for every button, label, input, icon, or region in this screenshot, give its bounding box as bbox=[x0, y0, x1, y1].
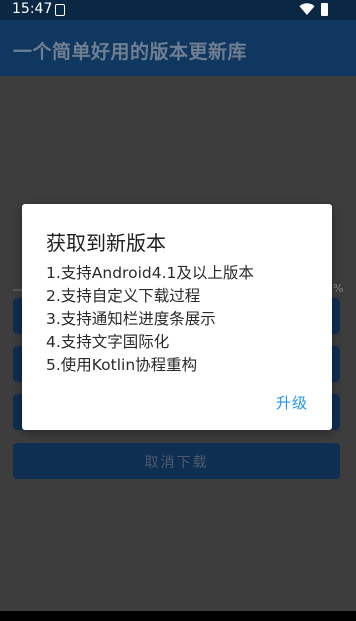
status-time: 15:47 bbox=[12, 1, 53, 17]
update-dialog: 获取到新版本 1.支持Android4.1及以上版本 2.支持自定义下载过程 3… bbox=[22, 204, 332, 430]
cancel-download-button: 取消下载 bbox=[13, 443, 340, 479]
release-note-line: 2.支持自定义下载过程 bbox=[46, 287, 201, 305]
release-note-line: 4.支持文字国际化 bbox=[46, 333, 170, 351]
upgrade-button[interactable]: 升级 bbox=[276, 392, 308, 413]
wifi-icon bbox=[299, 3, 315, 16]
app-title: 一个简单好用的版本更新库 bbox=[13, 41, 248, 63]
app-toolbar: 一个简单好用的版本更新库 bbox=[0, 20, 356, 76]
dialog-title: 获取到新版本 bbox=[46, 231, 166, 255]
battery-icon bbox=[321, 3, 328, 16]
progress-percent: % bbox=[333, 282, 344, 295]
release-note-line: 3.支持通知栏进度条展示 bbox=[46, 310, 216, 328]
release-note-line: 5.使用Kotlin协程重构 bbox=[46, 356, 198, 374]
navigation-bar bbox=[0, 611, 356, 621]
release-notes: 1.支持Android4.1及以上版本 2.支持自定义下载过程 3.支持通知栏进… bbox=[46, 262, 254, 377]
release-note-line: 1.支持Android4.1及以上版本 bbox=[46, 264, 254, 282]
status-bar: 15:47 bbox=[0, 0, 356, 20]
sim-card-icon bbox=[55, 4, 65, 16]
cancel-download-label: 取消下载 bbox=[144, 455, 209, 471]
